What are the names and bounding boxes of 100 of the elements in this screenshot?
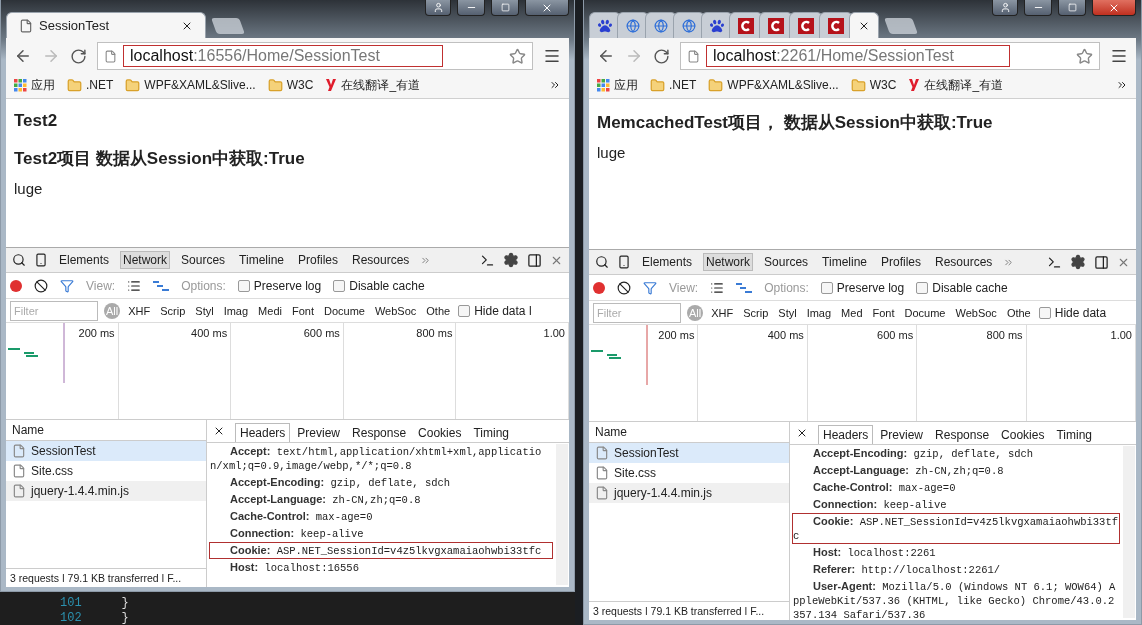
request-row[interactable]: SessionTest (6, 441, 206, 461)
bookmark-item[interactable]: 在线翻译_有道 (325, 76, 421, 94)
close-icon[interactable] (796, 427, 808, 439)
list-view-icon[interactable] (127, 278, 142, 293)
detail-tab[interactable]: Headers (818, 425, 874, 444)
hide-data-checkbox[interactable]: Hide data (1038, 305, 1107, 320)
type-filter[interactable]: Othe (1004, 304, 1033, 321)
settings-icon[interactable] (1070, 254, 1086, 270)
type-filter[interactable]: Docume (321, 302, 367, 319)
new-tab-button[interactable] (884, 18, 918, 34)
bookmark-item[interactable]: .NET (67, 77, 114, 93)
address-bar[interactable]: localhost:16556/Home/SessionTest (97, 42, 533, 70)
close-icon[interactable] (213, 425, 225, 437)
bookmark-item[interactable]: 应用 (14, 76, 55, 94)
type-filter[interactable]: Docume (902, 304, 948, 321)
devtools-tab[interactable]: Elements (639, 253, 696, 271)
bookmark-item[interactable]: W3C (850, 77, 897, 93)
close-button[interactable] (1092, 0, 1136, 16)
option-checkbox[interactable]: Preserve log (820, 280, 905, 295)
devtools-tab[interactable]: Network (120, 251, 171, 269)
request-row[interactable]: SessionTest (589, 443, 789, 463)
record-button[interactable] (10, 279, 22, 292)
back-icon[interactable] (14, 47, 32, 65)
devtools-tab[interactable]: Sources (761, 253, 812, 271)
waterfall-view-icon[interactable] (736, 282, 753, 293)
bookmark-item[interactable]: WPF&XAML&Slive... (708, 77, 839, 93)
bookmark-item[interactable]: .NET (650, 77, 697, 93)
detail-tab[interactable]: Response (930, 425, 995, 444)
devtools-tab[interactable]: Profiles (295, 251, 341, 269)
type-filter[interactable]: Scrip (741, 304, 771, 321)
dock-icon[interactable] (527, 252, 542, 268)
close-button[interactable] (525, 0, 569, 16)
filter-field[interactable]: Filter (593, 302, 681, 323)
type-filter[interactable]: XHF (709, 304, 736, 321)
maximize-button[interactable] (1058, 0, 1086, 16)
reload-icon[interactable] (70, 47, 87, 65)
devtools-tab[interactable]: Network (703, 253, 754, 271)
reload-icon[interactable] (653, 47, 670, 65)
minimize-button[interactable] (1024, 0, 1052, 16)
device-icon[interactable] (34, 253, 48, 267)
detail-tab[interactable]: Timing (468, 423, 514, 442)
devtools-tab[interactable]: Timeline (236, 251, 287, 269)
console-icon[interactable] (1047, 254, 1062, 270)
hide-data-checkbox[interactable]: Hide data l (458, 303, 532, 318)
filter-icon[interactable] (643, 280, 657, 295)
back-icon[interactable] (597, 47, 615, 65)
clear-icon[interactable] (617, 280, 631, 295)
console-icon[interactable] (480, 252, 495, 268)
settings-icon[interactable] (503, 252, 519, 268)
browser-tab[interactable] (849, 12, 879, 38)
type-filter[interactable]: WebSoc (953, 304, 999, 321)
menu-icon[interactable] (543, 47, 561, 65)
menu-icon[interactable] (1110, 47, 1128, 65)
devtools-tab[interactable]: Resources (349, 251, 413, 269)
detail-tab[interactable]: Headers (235, 423, 291, 442)
type-filter[interactable]: Med (839, 304, 865, 321)
new-tab-button[interactable] (211, 18, 245, 34)
record-button[interactable] (593, 281, 605, 294)
devtools-tab[interactable]: Resources (932, 253, 996, 271)
bookmark-star-icon[interactable] (509, 47, 526, 65)
profile-button[interactable] (992, 0, 1018, 16)
type-filter[interactable]: Font (289, 302, 316, 319)
request-row[interactable]: jquery-1.4.4.min.js (589, 483, 789, 503)
scrollbar[interactable] (1123, 446, 1135, 618)
bookmark-star-icon[interactable] (1076, 47, 1093, 65)
type-filter[interactable]: Imag (221, 302, 251, 319)
bookmark-item[interactable]: W3C (267, 77, 314, 93)
clear-icon[interactable] (34, 278, 48, 293)
request-row[interactable]: jquery-1.4.4.min.js (6, 481, 206, 501)
type-filter[interactable]: Othe (424, 302, 453, 319)
devtools-tab[interactable]: Sources (178, 251, 229, 269)
option-checkbox[interactable]: Disable cache (916, 280, 1008, 295)
maximize-button[interactable] (491, 0, 519, 16)
bookmark-item[interactable]: 应用 (597, 76, 638, 94)
type-filter[interactable]: XHF (126, 302, 153, 319)
filter-field[interactable]: Filter (10, 300, 98, 321)
bookmark-item[interactable]: 在线翻译_有道 (908, 76, 1004, 94)
search-icon[interactable] (12, 253, 26, 267)
browser-tab[interactable]: SessionTest (6, 12, 206, 38)
type-filter[interactable]: Font (870, 304, 897, 321)
type-filter[interactable]: Styl (193, 302, 216, 319)
profile-button[interactable] (425, 0, 451, 16)
devtools-tab[interactable]: Timeline (819, 253, 870, 271)
detail-tab[interactable]: Timing (1051, 425, 1097, 444)
detail-tab[interactable]: Preview (875, 425, 929, 444)
scrollbar[interactable] (556, 444, 568, 585)
detail-tab[interactable]: Cookies (996, 425, 1050, 444)
search-icon[interactable] (595, 255, 609, 269)
type-filter[interactable]: WebSoc (372, 302, 419, 319)
device-icon[interactable] (617, 255, 631, 269)
minimize-button[interactable] (457, 0, 485, 16)
type-filter[interactable]: Scrip (158, 302, 188, 319)
list-view-icon[interactable] (710, 280, 725, 295)
devtools-tab[interactable]: Elements (56, 251, 113, 269)
address-bar[interactable]: localhost:2261/Home/SessionTest (680, 42, 1100, 70)
detail-tab[interactable]: Preview (292, 423, 346, 442)
devtools-tab[interactable]: Profiles (878, 253, 924, 271)
bookmark-item[interactable]: WPF&XAML&Slive... (125, 77, 256, 93)
dock-icon[interactable] (1094, 254, 1109, 270)
option-checkbox[interactable]: Disable cache (333, 278, 425, 293)
